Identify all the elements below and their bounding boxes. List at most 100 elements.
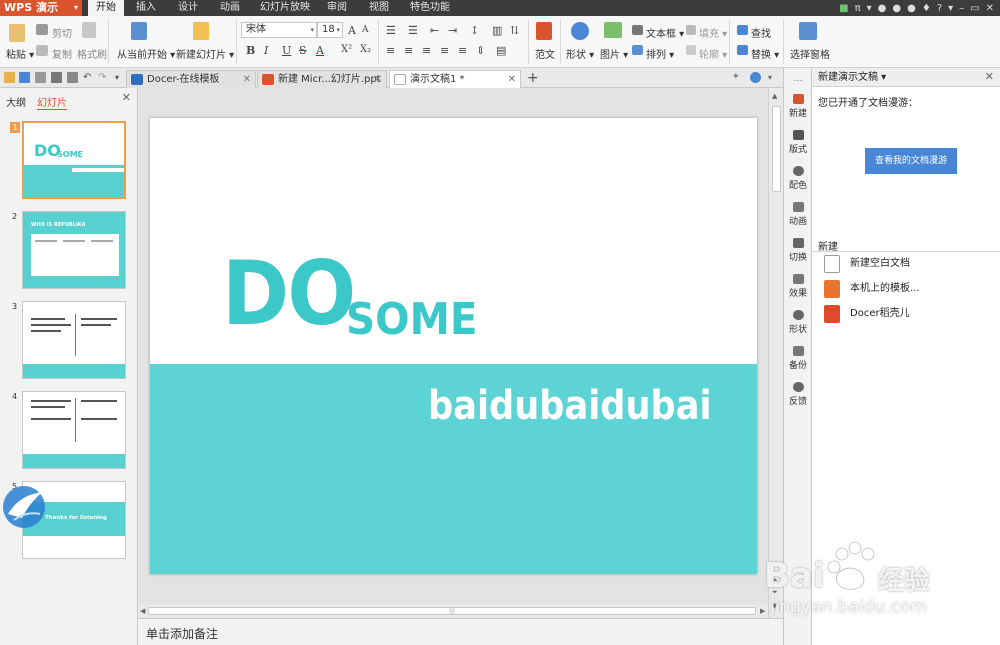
columns-icon[interactable]: ▥	[492, 24, 502, 37]
slide-thumbnail-2[interactable]: WHO IS REPUBLIKA	[22, 211, 126, 289]
tab-slides[interactable]: 幻灯片	[37, 94, 67, 110]
chevron-down-icon[interactable]: ▾	[948, 3, 953, 14]
close-icon[interactable]: ✕	[508, 71, 516, 88]
pi-icon[interactable]: π	[855, 3, 861, 14]
undo-icon[interactable]: ↶	[83, 72, 94, 83]
notes-pane[interactable]: 单击添加备注	[138, 618, 783, 645]
numbered-list-icon[interactable]: ☰	[408, 24, 418, 37]
skin-icon[interactable]: ■	[839, 3, 848, 14]
new-blank-document-link[interactable]: 新建空白文档	[824, 255, 910, 273]
side-new-button[interactable]: 新建	[784, 94, 812, 119]
scroll-left-icon[interactable]: ◀	[140, 607, 145, 615]
template-button[interactable]: 范文	[535, 46, 555, 61]
text-align-icon[interactable]: ▤	[496, 44, 506, 57]
close-icon[interactable]: ✕	[985, 70, 994, 83]
align-center-icon[interactable]: ≡	[404, 44, 413, 57]
slide-thumbnail-1[interactable]: DO SOME	[22, 121, 126, 199]
select-pane-button[interactable]: 选择窗格	[790, 46, 830, 61]
tab-ppt-file[interactable]: 新建 Micr...幻灯片.ppt ✕	[257, 70, 387, 88]
slide-canvas[interactable]: DO SOME baidubaidubai	[150, 118, 757, 574]
arrange-button[interactable]: 排列 ▾	[646, 46, 674, 61]
cloud-icon[interactable]: ●	[892, 3, 901, 14]
tab-outline[interactable]: 大纲	[6, 94, 26, 109]
bullet-list-icon[interactable]: ☰	[386, 24, 396, 37]
maximize-icon[interactable]: ▭	[970, 3, 979, 14]
font-name-select[interactable]: 宋体 ▾	[241, 22, 317, 38]
fill-button[interactable]: 填充 ▾	[699, 25, 727, 40]
side-layout-button[interactable]: 版式	[784, 130, 812, 155]
docer-link[interactable]: Docer稻壳儿	[824, 305, 910, 323]
replace-button[interactable]: 替换 ▾	[751, 46, 779, 61]
tab-slideshow[interactable]: 幻灯片放映	[252, 0, 318, 16]
tab-home[interactable]: 开始	[88, 0, 124, 16]
open-folder-icon[interactable]	[4, 72, 15, 83]
slide-title-do[interactable]: DO	[222, 250, 356, 338]
chevron-down-icon[interactable]: ▾	[115, 72, 126, 83]
find-button[interactable]: 查找	[751, 25, 771, 40]
local-templates-link[interactable]: 本机上的模板...	[824, 280, 920, 298]
scroll-thumb[interactable]	[772, 106, 781, 192]
italic-button[interactable]: I	[264, 44, 268, 57]
textbox-button[interactable]: 文本框 ▾	[646, 25, 684, 40]
close-icon[interactable]: ✕	[986, 3, 994, 14]
indent-increase-icon[interactable]: ⇥	[448, 24, 457, 37]
close-icon[interactable]: ✕	[243, 71, 251, 88]
export-icon[interactable]	[35, 72, 46, 83]
collapse-icon[interactable]: …	[784, 74, 812, 84]
tab-special[interactable]: 特色功能	[402, 0, 458, 16]
distribute-icon[interactable]: ≡	[458, 44, 467, 57]
strike-button[interactable]: S	[299, 44, 307, 57]
side-transition-button[interactable]: 切换	[784, 238, 812, 263]
justify-icon[interactable]: ≡	[440, 44, 449, 57]
help-icon[interactable]: ?	[937, 3, 942, 14]
share-icon[interactable]: ●	[878, 3, 887, 14]
indent-decrease-icon[interactable]: ⇤	[430, 24, 439, 37]
side-effects-button[interactable]: 效果	[784, 274, 812, 299]
shape-button[interactable]: 形状 ▾	[566, 46, 594, 61]
scroll-up-icon[interactable]: ▲	[772, 92, 777, 100]
preview-icon[interactable]	[67, 72, 78, 83]
close-icon[interactable]: ✕	[374, 71, 382, 88]
align-left-icon[interactable]: ≡	[386, 44, 395, 57]
cut-button[interactable]: 剪切	[52, 25, 72, 40]
tab-presentation-1[interactable]: 演示文稿1 * ✕	[389, 70, 521, 88]
side-animation-button[interactable]: 动画	[784, 202, 812, 227]
font-size-select[interactable]: 18 ▾	[317, 22, 343, 38]
close-icon[interactable]: ✕	[122, 91, 131, 104]
redo-icon[interactable]: ↷	[98, 72, 109, 83]
outline-button[interactable]: 轮廓 ▾	[699, 46, 727, 61]
subscript-button[interactable]: X₂	[360, 44, 371, 55]
notes-placeholder[interactable]: 单击添加备注	[146, 625, 218, 642]
horizontal-scrollbar[interactable]: ◀ ||| ▶	[138, 604, 768, 618]
chevron-down-icon[interactable]: ▾	[768, 72, 779, 83]
align-right-icon[interactable]: ≡	[422, 44, 431, 57]
tab-docer[interactable]: Docer-在线模板 ✕	[126, 70, 256, 88]
side-shapes-button[interactable]: 形状	[784, 310, 812, 335]
tab-design[interactable]: 设计	[170, 0, 206, 16]
format-painter-button[interactable]: 格式刷	[77, 46, 107, 61]
picture-button[interactable]: 图片 ▾	[600, 46, 628, 61]
shrink-font-button[interactable]: A	[362, 25, 369, 35]
font-color-button[interactable]: A	[316, 44, 324, 57]
cloud-sync-icon[interactable]	[750, 72, 761, 83]
grow-font-button[interactable]: A	[348, 24, 356, 37]
side-backup-button[interactable]: 备份	[784, 346, 812, 371]
paste-button[interactable]: 粘贴 ▾	[6, 46, 34, 61]
gift-icon[interactable]: ●	[907, 3, 916, 14]
slide-thumbnail-3[interactable]	[22, 301, 126, 379]
app-menu-button[interactable]: WPS 演示 ▾	[0, 0, 82, 16]
view-roaming-button[interactable]: 查看我的文档漫游	[865, 148, 957, 174]
chevron-down-icon[interactable]: ▾	[867, 3, 872, 14]
print-icon[interactable]	[51, 72, 62, 83]
task-pane-header[interactable]: 新建演示文稿 ▾	[812, 68, 1000, 87]
tab-animation[interactable]: 动画	[212, 0, 248, 16]
minimize-icon[interactable]: –	[959, 3, 964, 14]
new-slide-button[interactable]: 新建幻灯片 ▾	[176, 46, 234, 61]
copy-button[interactable]: 复制	[52, 46, 72, 61]
save-icon[interactable]	[19, 72, 30, 83]
slide-title-some[interactable]: SOME	[346, 298, 478, 342]
pin-icon[interactable]: ✦	[732, 72, 743, 83]
superscript-button[interactable]: X²	[341, 44, 352, 55]
slide-subtitle[interactable]: baidubaidubai	[428, 386, 712, 426]
bold-button[interactable]: B	[246, 44, 255, 57]
